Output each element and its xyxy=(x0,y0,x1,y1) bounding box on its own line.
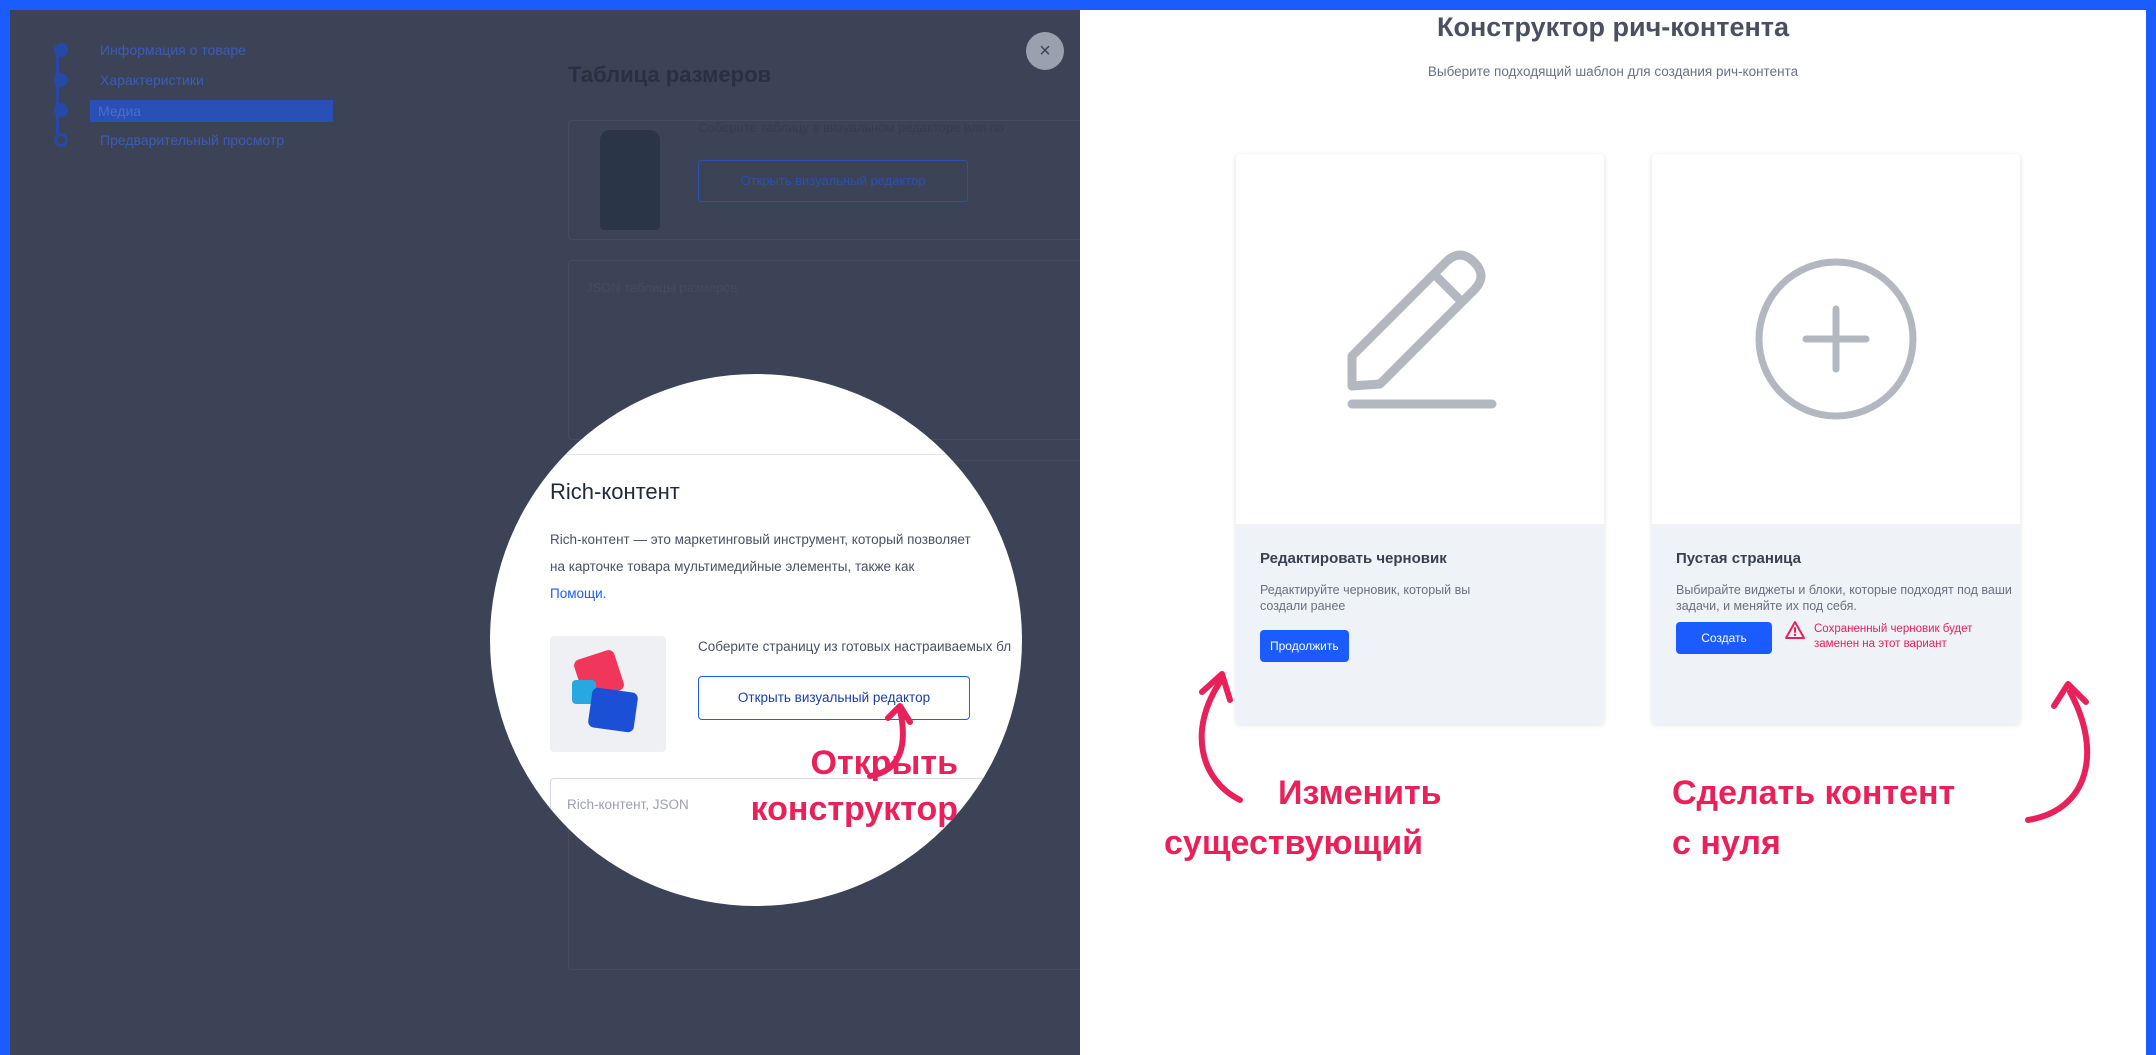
warning-triangle-icon xyxy=(1785,621,1805,639)
step-product-info[interactable]: Информация о товаре xyxy=(48,34,368,64)
annotation-from-scratch: Сделать контент с нуля xyxy=(1672,768,1955,868)
card-name: Пустая страница xyxy=(1676,550,1801,567)
size-table-title: Таблица размеров xyxy=(568,62,772,87)
plus-circle-icon xyxy=(1755,258,1917,420)
rich-content-constructor: Конструктор рич-контента Выберите подход… xyxy=(1080,10,2146,1055)
step-dot xyxy=(54,73,68,87)
card-preview xyxy=(1236,154,1604,524)
step-characteristics[interactable]: Характеристики xyxy=(48,64,368,94)
size-table-text: Соберите таблицу в визуальном редакторе … xyxy=(698,120,1004,135)
annotation-edit-existing: Изменить существующий xyxy=(1164,768,1442,868)
warning-text: Сохраненный черновик будет заменен на эт… xyxy=(1814,623,1973,650)
rich-content-description: Rich-контент — это маркетинговый инструм… xyxy=(550,526,1022,607)
size-table-editor-button[interactable]: Открыть визуальный редактор xyxy=(698,160,968,202)
card-name: Редактировать черновик xyxy=(1260,550,1447,567)
annotation-line: Изменить xyxy=(1278,774,1442,812)
card-preview xyxy=(1652,154,2020,524)
card-info: Пустая страница Выбирайте виджеты и блок… xyxy=(1652,524,2020,724)
constructor-title: Конструктор рич-контента xyxy=(1436,12,1790,42)
card-description: Редактируйте черновик, который вы создал… xyxy=(1260,583,1471,613)
annotation-line: существующий xyxy=(1164,824,1424,862)
annotation-line: конструктор xyxy=(750,790,958,828)
step-dot xyxy=(54,103,68,117)
product-page-overlay: Информация о товаре Характеристики Медиа… xyxy=(10,10,1080,1055)
annotation-arrow-right-icon xyxy=(2025,681,2091,823)
magnifier: Rich-контент Rich-контент — это маркетин… xyxy=(490,374,1022,906)
desc-line: на карточке товара мультимедийные элемен… xyxy=(550,559,915,574)
step-label: Предварительный просмотр xyxy=(100,132,285,148)
desc-line: Rich-контент — это маркетинговый инструм… xyxy=(550,532,971,547)
open-visual-editor-button[interactable]: Открыть визуальный редактор xyxy=(698,676,970,720)
step-dot xyxy=(54,133,68,147)
puzzle-piece xyxy=(587,686,639,734)
step-preview[interactable]: Предварительный просмотр xyxy=(48,124,368,154)
rich-content-text: Соберите страницу из готовых настраиваем… xyxy=(698,639,1012,654)
json-placeholder: Rich-контент, JSON xyxy=(567,797,689,812)
close-button[interactable]: × xyxy=(1026,32,1064,70)
create-button[interactable]: Создать xyxy=(1676,622,1772,654)
step-dot xyxy=(54,43,68,57)
size-table-json-placeholder: JSON таблицы размеров xyxy=(586,280,738,295)
annotation-line: Открыть xyxy=(810,744,958,782)
annotation-line: Сделать контент xyxy=(1672,774,1956,812)
steps-nav: Информация о товаре Характеристики Медиа… xyxy=(48,34,368,154)
step-label: Медиа xyxy=(90,100,333,122)
help-link[interactable]: Помощи. xyxy=(550,580,1022,607)
template-card-edit-draft[interactable]: Редактировать черновик Редактируйте черн… xyxy=(1236,154,1604,724)
template-card-blank-page[interactable]: Пустая страница Выбирайте виджеты и блок… xyxy=(1652,154,2020,724)
tshirt-image xyxy=(600,130,660,230)
continue-button[interactable]: Продолжить xyxy=(1260,630,1349,662)
pencil-icon xyxy=(1347,250,1497,409)
card-description: Выбирайте виджеты и блоки, которые подхо… xyxy=(1676,583,2012,613)
step-label: Информация о товаре xyxy=(100,42,246,58)
step-label: Характеристики xyxy=(100,72,204,88)
rich-content-title: Rich-контент xyxy=(550,479,680,504)
annotation-line: с нуля xyxy=(1672,824,1781,862)
step-media[interactable]: Медиа xyxy=(48,94,368,124)
divider xyxy=(490,454,1022,455)
screenshot-frame: Информация о товаре Характеристики Медиа… xyxy=(10,10,2146,1055)
puzzle-icon xyxy=(550,636,666,752)
constructor-subtitle: Выберите подходящий шаблон для создания … xyxy=(1427,64,1799,79)
annotation-open-constructor: Открыть конструктор xyxy=(688,740,958,832)
